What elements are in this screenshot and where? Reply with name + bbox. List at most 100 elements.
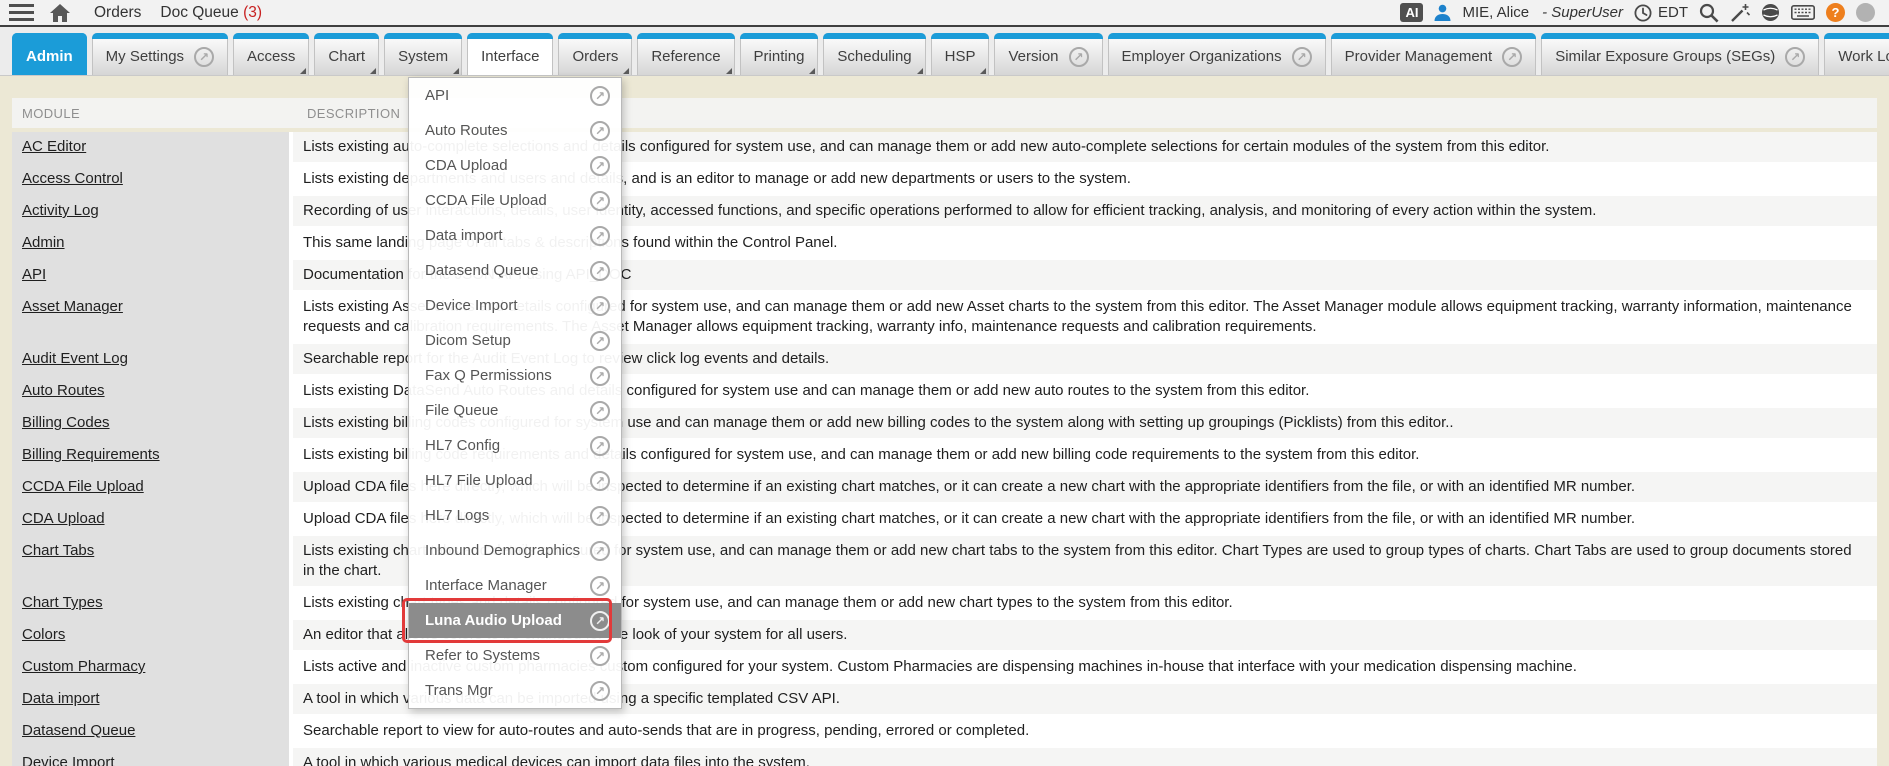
search-icon[interactable] <box>1699 3 1719 23</box>
tab-label: Similar Exposure Groups (SEGs) <box>1555 48 1775 65</box>
menu-item-hl7-file-upload[interactable]: HL7 File Upload↗ <box>409 463 621 498</box>
tab-similar-exposure-groups-segs[interactable]: Similar Exposure Groups (SEGs)↗ <box>1541 33 1819 75</box>
hamburger-menu-icon[interactable] <box>9 4 34 21</box>
module-link-colors[interactable]: Colors <box>22 626 65 643</box>
module-link-chart-types[interactable]: Chart Types <box>22 594 103 611</box>
module-link-cda-upload[interactable]: CDA Upload <box>22 510 105 527</box>
tab-chart[interactable]: Chart <box>314 33 379 75</box>
tab-label: Orders <box>572 48 618 65</box>
module-cell: API <box>12 260 293 292</box>
dropdown-caret-icon <box>726 68 732 74</box>
tab-version[interactable]: Version↗ <box>994 33 1102 75</box>
tab-label: My Settings <box>106 48 184 65</box>
breadcrumb-doc-queue[interactable]: Doc Queue (3) <box>160 4 262 22</box>
module-link-ccda-file-upload[interactable]: CCDA File Upload <box>22 478 144 495</box>
globe-icon[interactable] <box>1761 3 1780 22</box>
module-link-billing-codes[interactable]: Billing Codes <box>22 414 110 431</box>
home-icon[interactable] <box>50 4 70 22</box>
table-header-row: MODULE DESCRIPTION <box>12 98 1877 128</box>
menu-item-hl7-config[interactable]: HL7 Config↗ <box>409 428 621 463</box>
menu-item-fax-q-permissions[interactable]: Fax Q Permissions↗ <box>409 358 621 393</box>
menu-item-label: CCDA File Upload <box>425 192 547 209</box>
description-cell: A tool in which various medical devices … <box>293 748 1877 766</box>
dropdown-caret-icon <box>809 68 815 74</box>
menu-item-luna-audio-upload[interactable]: Luna Audio Upload↗ <box>409 603 621 638</box>
module-cell: Audit Event Log <box>12 344 293 376</box>
tab-employer-organizations[interactable]: Employer Organizations↗ <box>1108 33 1326 75</box>
menu-item-auto-routes[interactable]: Auto Routes↗ <box>409 113 621 148</box>
interface-dropdown-menu: API↗Auto Routes↗CDA Upload↗CCDA File Upl… <box>408 77 622 709</box>
help-icon[interactable]: ? <box>1826 3 1845 22</box>
table-row: Asset ManagerLists existing Asset charts… <box>12 292 1877 344</box>
tab-hsp[interactable]: HSP <box>931 33 990 75</box>
menu-item-label: File Queue <box>425 402 498 419</box>
tab-work-locations[interactable]: Work Locations↗ <box>1824 33 1889 75</box>
tab-access[interactable]: Access <box>233 33 309 75</box>
table-row: Activity LogRecording of user interactio… <box>12 196 1877 228</box>
clock-icon[interactable] <box>1634 4 1652 22</box>
module-link-admin[interactable]: Admin <box>22 234 65 251</box>
tab-label: Provider Management <box>1345 48 1493 65</box>
tab-my-settings[interactable]: My Settings ↗ <box>92 33 228 75</box>
magic-wand-icon[interactable] <box>1730 3 1750 23</box>
module-link-device-import[interactable]: Device Import <box>22 754 115 766</box>
menu-item-label: Refer to Systems <box>425 647 540 664</box>
tab-label: Chart <box>328 48 365 65</box>
menu-item-inbound-demographics[interactable]: Inbound Demographics↗ <box>409 533 621 568</box>
external-link-icon: ↗ <box>590 681 610 701</box>
tab-system[interactable]: System <box>384 33 462 75</box>
menu-item-ccda-file-upload[interactable]: CCDA File Upload↗ <box>409 183 621 218</box>
module-link-audit-event-log[interactable]: Audit Event Log <box>22 350 128 367</box>
tab-scheduling[interactable]: Scheduling <box>823 33 925 75</box>
keyboard-icon[interactable] <box>1791 5 1815 20</box>
module-link-chart-tabs[interactable]: Chart Tabs <box>22 542 94 559</box>
module-link-activity-log[interactable]: Activity Log <box>22 202 99 219</box>
external-link-icon: ↗ <box>590 86 610 106</box>
tab-admin[interactable]: Admin <box>12 33 87 75</box>
menu-item-cda-upload[interactable]: CDA Upload↗ <box>409 148 621 183</box>
menu-item-dicom-setup[interactable]: Dicom Setup↗ <box>409 323 621 358</box>
module-link-access-control[interactable]: Access Control <box>22 170 123 187</box>
external-link-icon: ↗ <box>590 156 610 176</box>
breadcrumb-orders[interactable]: Orders <box>94 4 141 22</box>
menu-item-interface-manager[interactable]: Interface Manager↗ <box>409 568 621 603</box>
ai-badge[interactable]: AI <box>1400 3 1423 22</box>
tab-reference[interactable]: Reference <box>637 33 734 75</box>
external-link-icon: ↗ <box>590 506 610 526</box>
tab-provider-management[interactable]: Provider Management↗ <box>1331 33 1537 75</box>
menu-item-hl7-logs[interactable]: HL7 Logs↗ <box>409 498 621 533</box>
external-link-icon: ↗ <box>1292 47 1312 67</box>
module-link-auto-routes[interactable]: Auto Routes <box>22 382 105 399</box>
module-link-billing-requirements[interactable]: Billing Requirements <box>22 446 160 463</box>
menu-item-refer-to-systems[interactable]: Refer to Systems ↗ <box>409 638 621 673</box>
menu-item-device-import[interactable]: Device Import↗ <box>409 288 621 323</box>
menu-item-label: Inbound Demographics <box>425 542 580 559</box>
module-link-ac-editor[interactable]: AC Editor <box>22 138 86 155</box>
tab-interface[interactable]: Interface <box>467 33 553 75</box>
menu-item-api[interactable]: API ↗ <box>409 78 621 113</box>
user-avatar-icon[interactable] <box>1434 4 1451 21</box>
external-link-icon: ↗ <box>590 366 610 386</box>
module-link-api[interactable]: API <box>22 266 46 283</box>
menu-item-data-import[interactable]: Data import↗ <box>409 218 621 253</box>
menu-item-datasend-queue[interactable]: Datasend Queue↗ <box>409 253 621 288</box>
tab-orders[interactable]: Orders <box>558 33 632 75</box>
menu-item-file-queue[interactable]: File Queue↗ <box>409 393 621 428</box>
table-row: Device Import A tool in which various med… <box>12 748 1877 766</box>
module-link-datasend-queue[interactable]: Datasend Queue <box>22 722 135 739</box>
module-link-data-import[interactable]: Data import <box>22 690 100 707</box>
module-cell: Auto Routes <box>12 376 293 408</box>
tab-printing[interactable]: Printing <box>740 33 819 75</box>
external-link-icon: ↗ <box>590 646 610 666</box>
menu-item-label: Dicom Setup <box>425 332 511 349</box>
menu-item-trans-mgr[interactable]: Trans Mgr↗ <box>409 673 621 708</box>
external-link-icon: ↗ <box>194 47 214 67</box>
menu-item-label: Auto Routes <box>425 122 508 139</box>
table-row: Billing CodesLists existing billing code… <box>12 408 1877 440</box>
status-circle-icon[interactable] <box>1856 3 1875 22</box>
user-name[interactable]: MIE, Alice <box>1462 4 1529 21</box>
module-link-asset-manager[interactable]: Asset Manager <box>22 298 123 315</box>
menu-item-label: Interface Manager <box>425 577 547 594</box>
menu-item-label: API <box>425 87 449 104</box>
module-link-custom-pharmacy[interactable]: Custom Pharmacy <box>22 658 145 675</box>
